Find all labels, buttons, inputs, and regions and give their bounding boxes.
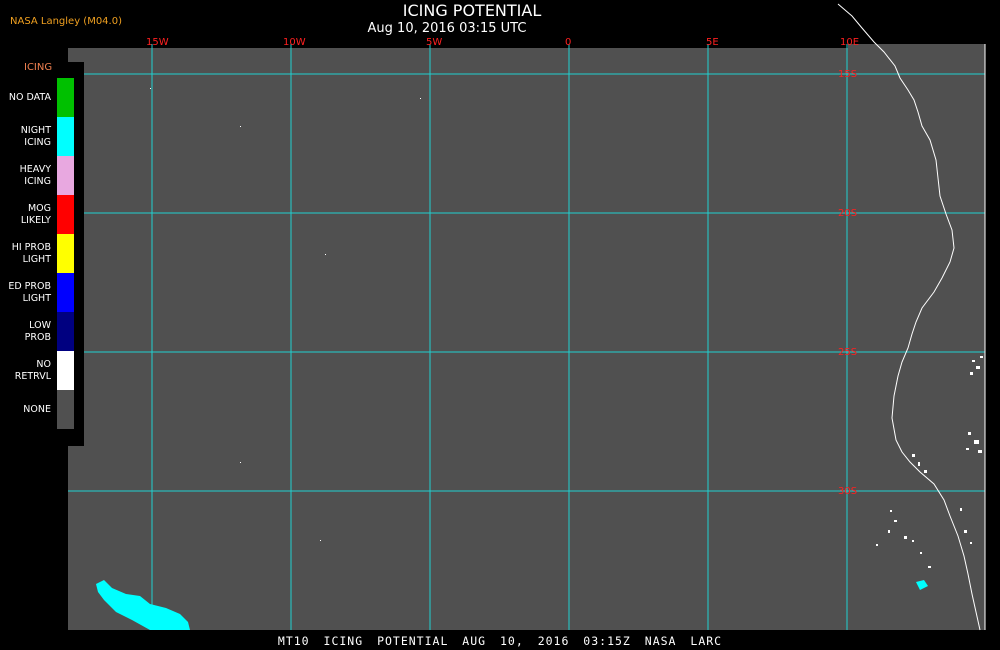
legend-swatch [57,195,74,234]
legend-item-mog-likely: MOG LIKELY [0,195,84,234]
legend-swatch [57,312,74,351]
legend-item-med-prob-light: ED PROB LIGHT [0,273,84,312]
footer-text: MT10 ICING POTENTIAL AUG 10, 2016 03:15Z… [277,634,723,648]
legend-item-heavy-icing: HEAVY ICING [0,156,84,195]
legend-item-night-icing: NIGHT ICING [0,117,84,156]
lat-label-15s: 15S [838,69,857,80]
lon-label-5e: 5E [706,37,719,48]
legend-swatch [57,390,74,429]
legend-swatch [57,351,74,390]
legend: ICING NO DATA NIGHT ICING HEAVY ICING MO… [0,62,84,446]
legend-item-no-data: NO DATA [0,78,84,117]
legend-item-no-retrieval: NO RETRVL [0,351,84,390]
lat-label-20s: 20S [838,208,857,219]
legend-swatch [57,117,74,156]
legend-item-hi-prob-light: HI PROB LIGHT [0,234,84,273]
legend-swatch [57,78,74,117]
lat-label-30s: 30S [838,486,857,497]
legend-title: ICING [24,62,53,73]
icing-map: 15W 10W 5W 0 5E 10E 15S 20S 25S 30S [68,0,1000,631]
legend-swatch [57,234,74,273]
lon-label-0: 0 [565,37,571,48]
lon-label-10w: 10W [283,37,306,48]
footer-caption: MT10 ICING POTENTIAL AUG 10, 2016 03:15Z… [0,632,1000,650]
lat-label-25s: 25S [838,347,857,358]
map-top-gap [848,0,1000,44]
lon-label-5w: 5W [426,37,442,48]
lon-label-10e: 10E [840,37,859,48]
legend-swatch [57,273,74,312]
lon-label-15w: 15W [146,37,169,48]
lon-labels: 15W 10W 5W 0 5E 10E [146,37,859,48]
legend-item-none: NONE [0,390,84,429]
legend-swatch [57,156,74,195]
legend-item-low-prob: LOW PROB [0,312,84,351]
